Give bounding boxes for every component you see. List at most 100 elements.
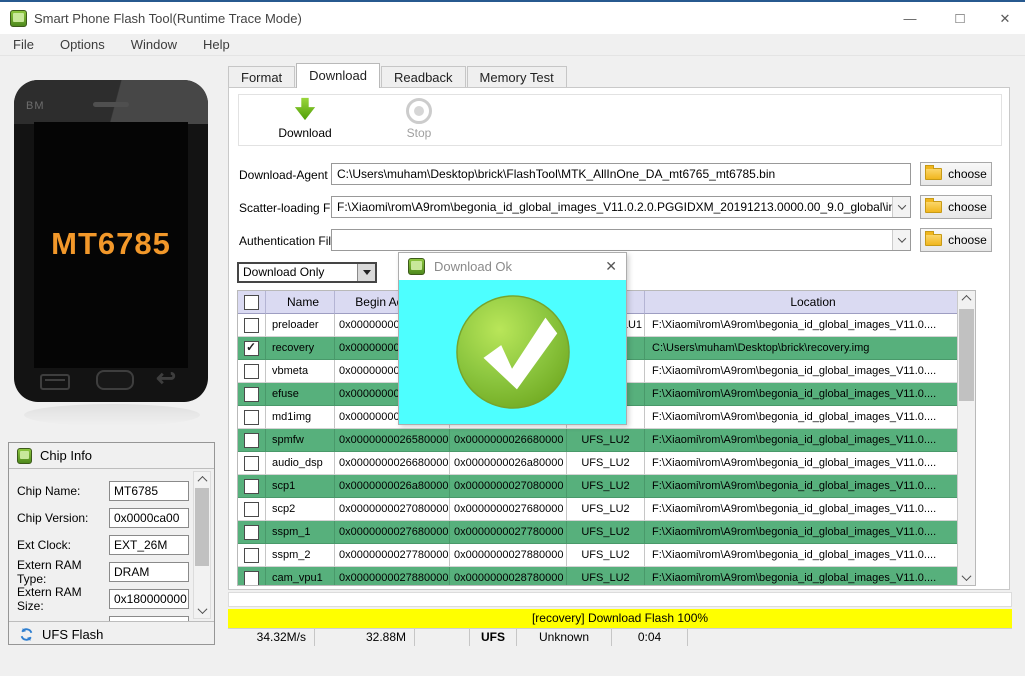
scatter-file-label: Scatter-loading File <box>239 201 343 215</box>
chip-info-panel: Chip Info Chip Name: MT6785 Chip Version: 0… <box>8 442 215 645</box>
phone-back-icon: ↩ <box>156 365 177 392</box>
stop-icon <box>406 98 432 124</box>
row-checkbox-cell <box>238 360 266 383</box>
download-agent-input[interactable]: C:\Users\muham\Desktop\brick\FlashTool\M… <box>331 163 911 185</box>
scroll-down-icon[interactable] <box>958 570 975 585</box>
partition-row-scp1: scp1 0x0000000026a80000 0x0000000027080000… <box>238 475 975 498</box>
phone-screen: MT6785 <box>34 122 188 368</box>
scatter-file-combobox[interactable]: F:\Xiaomi\rom\A9rom\begonia_id_global_im… <box>331 196 911 218</box>
header-location: Location <box>645 291 975 314</box>
row-checkbox[interactable] <box>244 340 259 356</box>
chip-field-label: Extern RAM Size: <box>17 584 82 613</box>
partition-name-cell: cam_vpu1 <box>266 567 335 585</box>
download-button[interactable]: Download <box>263 97 347 143</box>
begin-address-cell: 0x0000000026580000 <box>335 429 450 452</box>
region-cell: UFS_LU2 <box>567 475 645 498</box>
end-address-cell: 0x0000000026680000 <box>450 429 567 452</box>
row-checkbox-cell <box>238 429 266 452</box>
begin-address-cell: 0x0000000027080000 <box>335 498 450 521</box>
auth-file-combobox[interactable] <box>331 229 911 251</box>
status-cell-elapsed-time: 0:04 <box>612 629 688 646</box>
chip-info-scrollbar[interactable] <box>193 471 211 619</box>
partition-name-cell: scp2 <box>266 498 335 521</box>
region-cell: UFS_LU2 <box>567 521 645 544</box>
scatter-file-value: F:\Xiaomi\rom\A9rom\begonia_id_global_im… <box>337 200 911 214</box>
download-agent-choose-button[interactable]: choose <box>920 162 992 186</box>
stop-button[interactable]: Stop <box>377 97 461 143</box>
row-checkbox[interactable] <box>244 363 259 379</box>
phone-menu-icon <box>40 374 70 390</box>
minimize-button[interactable]: — <box>895 8 925 30</box>
chip-field-label: Extern RAM Type: <box>17 557 82 586</box>
chevron-down-icon[interactable] <box>892 230 910 250</box>
location-cell: F:\Xiaomi\rom\A9rom\begonia_id_global_im… <box>645 429 975 452</box>
region-cell: UFS_LU2 <box>567 498 645 521</box>
row-checkbox[interactable] <box>244 432 259 448</box>
row-checkbox[interactable] <box>244 409 259 425</box>
row-checkbox[interactable] <box>244 317 259 333</box>
tab-memory-test[interactable]: Memory Test <box>466 66 567 88</box>
row-checkbox-cell <box>238 475 266 498</box>
chip-info-row: Chip Version: 0x0000ca00 <box>9 504 214 531</box>
begin-address-cell: 0x0000000027880000 <box>335 567 450 585</box>
partition-row-scp2: scp2 0x0000000027080000 0x0000000027680000… <box>238 498 975 521</box>
scroll-up-icon[interactable] <box>194 472 210 487</box>
scatter-file-choose-button[interactable]: choose <box>920 195 992 219</box>
choose-button-label: choose <box>948 200 987 214</box>
dialog-close-icon[interactable]: ✕ <box>605 258 617 275</box>
auth-file-choose-button[interactable]: choose <box>920 228 992 252</box>
tab-readback[interactable]: Readback <box>381 66 466 88</box>
menu-item-window[interactable]: Window <box>118 37 190 52</box>
menu-item-options[interactable]: Options <box>47 37 118 52</box>
folder-icon <box>925 198 943 213</box>
scroll-down-icon[interactable] <box>194 603 210 618</box>
partition-name-cell: preloader <box>266 314 335 337</box>
choose-button-label: choose <box>948 167 987 181</box>
location-cell: F:\Xiaomi\rom\A9rom\begonia_id_global_im… <box>645 452 975 475</box>
row-checkbox[interactable] <box>244 570 259 585</box>
end-address-cell: 0x0000000027780000 <box>450 521 567 544</box>
location-cell: F:\Xiaomi\rom\A9rom\begonia_id_global_im… <box>645 544 975 567</box>
row-checkbox[interactable] <box>244 547 259 563</box>
status-bar: 34.32M/s 32.88M UFS Unknown 0:04 <box>228 628 1012 646</box>
partition-name-cell: sspm_1 <box>266 521 335 544</box>
tab-download[interactable]: Download <box>296 63 380 88</box>
tab-bar: Format Download Readback Memory Test <box>228 63 568 88</box>
download-mode-select[interactable]: Download Only <box>237 262 377 283</box>
row-checkbox-cell <box>238 314 266 337</box>
tab-format[interactable]: Format <box>228 66 296 88</box>
menu-item-file[interactable]: File <box>0 37 47 52</box>
close-button[interactable]: ✕ <box>990 8 1020 30</box>
row-checkbox[interactable] <box>244 524 259 540</box>
partition-name-cell: recovery <box>266 337 335 360</box>
folder-icon <box>925 231 943 246</box>
table-scrollbar[interactable] <box>957 291 975 585</box>
chip-info-row <box>9 612 214 621</box>
row-checkbox[interactable] <box>244 386 259 402</box>
scrollbar-thumb[interactable] <box>959 309 974 401</box>
location-cell: F:\Xiaomi\rom\A9rom\begonia_id_global_im… <box>645 406 975 429</box>
select-all-checkbox[interactable] <box>244 294 259 310</box>
location-cell: F:\Xiaomi\rom\A9rom\begonia_id_global_im… <box>645 360 975 383</box>
status-cell-spare2 <box>688 629 1012 646</box>
chevron-down-icon[interactable] <box>892 197 910 217</box>
phone-reflection <box>24 404 200 426</box>
location-cell: F:\Xiaomi\rom\A9rom\begonia_id_global_im… <box>645 521 975 544</box>
begin-address-cell: 0x0000000027780000 <box>335 544 450 567</box>
maximize-button[interactable]: □ <box>945 8 975 30</box>
row-checkbox[interactable] <box>244 455 259 471</box>
chip-info-icon <box>17 447 32 464</box>
scroll-up-icon[interactable] <box>958 291 975 306</box>
row-checkbox[interactable] <box>244 478 259 494</box>
flash-type-footer: UFS Flash <box>9 621 214 646</box>
row-checkbox-cell <box>238 337 266 360</box>
begin-address-cell: 0x0000000026680000 <box>335 452 450 475</box>
partition-row-audio_dsp: audio_dsp 0x0000000026680000 0x0000000026a… <box>238 452 975 475</box>
download-agent-label: Download-Agent <box>239 168 328 182</box>
dialog-title-bar: Download Ok ✕ <box>399 253 626 280</box>
scrollbar-thumb[interactable] <box>195 488 209 566</box>
dropdown-arrow-icon[interactable] <box>357 264 375 281</box>
partition-name-cell: audio_dsp <box>266 452 335 475</box>
row-checkbox[interactable] <box>244 501 259 517</box>
menu-item-help[interactable]: Help <box>190 37 243 52</box>
